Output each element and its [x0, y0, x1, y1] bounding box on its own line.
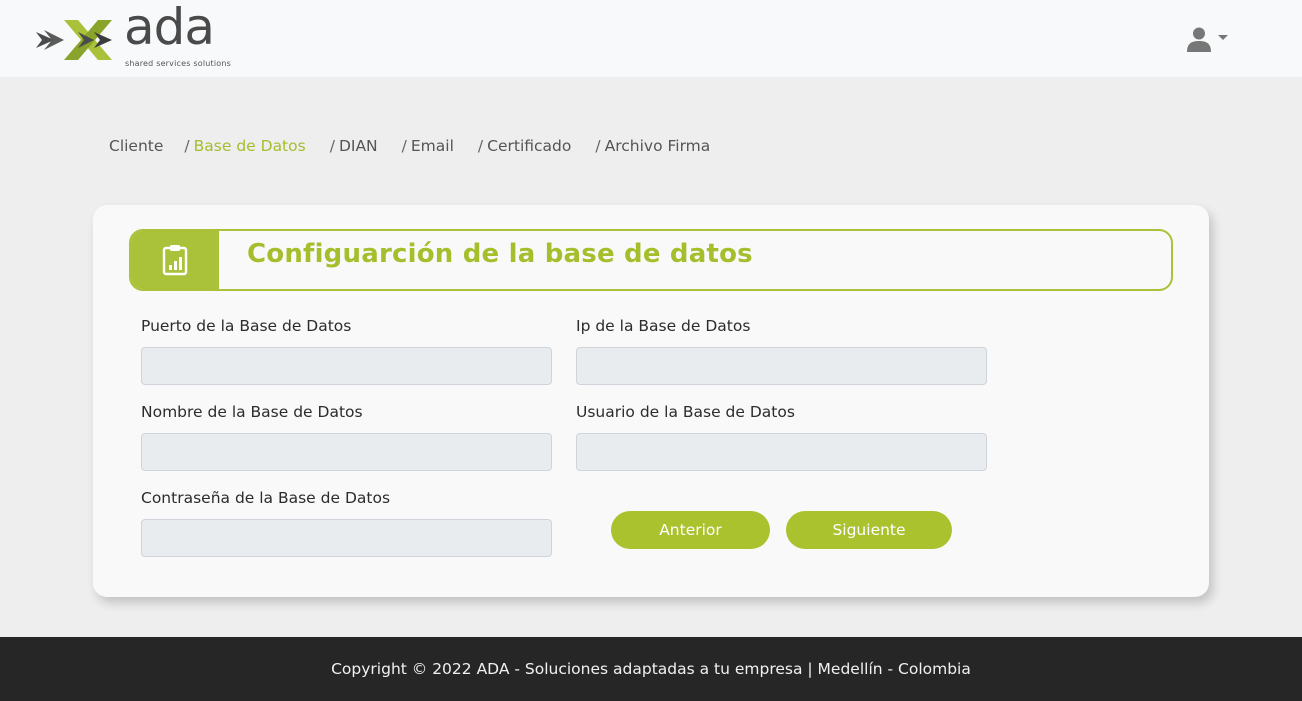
ada-logo[interactable]: ada shared services solutions — [34, 0, 234, 72]
breadcrumb-separator: / — [329, 137, 335, 155]
ada-logo-mark-icon — [36, 20, 112, 60]
caret-down-icon — [1218, 35, 1228, 40]
clipboard-chart-icon — [162, 245, 188, 276]
logo-tagline: shared services solutions — [125, 59, 232, 68]
copyright-text: Copyright © 2022 ADA - Soluciones adapta… — [331, 660, 971, 678]
database-config-card: Configuarción de la base de datos Puerto… — [93, 205, 1209, 597]
contrasena-input[interactable] — [141, 519, 552, 557]
breadcrumb-item-certificado[interactable]: Certificado — [487, 137, 571, 155]
top-navbar: ada shared services solutions — [0, 0, 1302, 77]
puerto-input[interactable] — [141, 347, 552, 385]
breadcrumb-item-cliente[interactable]: Cliente — [109, 137, 163, 155]
breadcrumb-separator: / — [477, 137, 484, 155]
breadcrumb: Cliente / Base de Datos / DIAN / Email /… — [109, 134, 710, 158]
puerto-label: Puerto de la Base de Datos — [141, 317, 352, 335]
anterior-button[interactable]: Anterior — [611, 511, 770, 549]
breadcrumb-separator: / — [595, 137, 601, 155]
nombre-input[interactable] — [141, 433, 552, 471]
section-icon-box — [131, 231, 219, 289]
breadcrumb-item-email[interactable]: Email — [411, 137, 454, 155]
usuario-input[interactable] — [576, 433, 987, 471]
user-menu-dropdown[interactable] — [1186, 26, 1232, 54]
footer: Copyright © 2022 ADA - Soluciones adapta… — [0, 637, 1302, 701]
user-icon — [1187, 27, 1228, 52]
ip-input[interactable] — [576, 347, 987, 385]
section-header: Configuarción de la base de datos — [129, 229, 1173, 291]
breadcrumb-item-base-de-datos[interactable]: Base de Datos — [194, 137, 306, 155]
breadcrumb-item-dian[interactable]: DIAN — [339, 137, 378, 155]
usuario-label: Usuario de la Base de Datos — [576, 403, 795, 421]
siguiente-button[interactable]: Siguiente — [786, 511, 952, 549]
contrasena-label: Contraseña de la Base de Datos — [141, 489, 391, 507]
breadcrumb-separator: / — [401, 137, 407, 155]
breadcrumb-separator: / — [184, 137, 190, 155]
logo-wordmark: ada — [124, 0, 215, 56]
nombre-label: Nombre de la Base de Datos — [141, 403, 363, 421]
breadcrumb-item-archivo-firma[interactable]: Archivo Firma — [605, 137, 711, 155]
section-title: Configuarción de la base de datos — [247, 239, 753, 269]
ip-label: Ip de la Base de Datos — [576, 317, 751, 335]
